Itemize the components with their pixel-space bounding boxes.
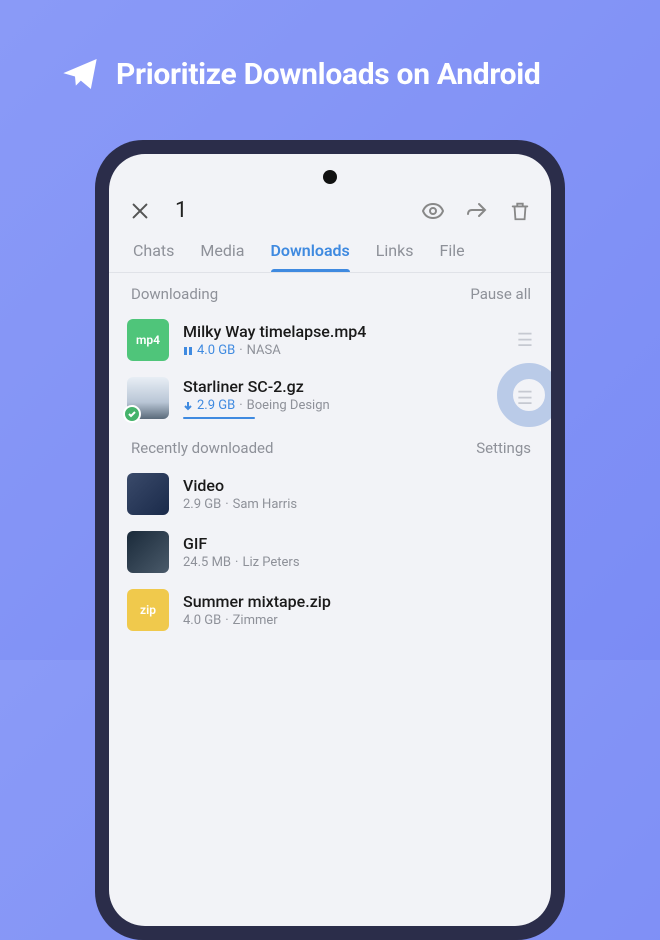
close-icon[interactable]: [129, 200, 151, 222]
file-subtitle: 24.5 MB · Liz Peters: [183, 555, 531, 570]
phone-frame: 1 Chats Media Downloads Links File Downl…: [95, 140, 565, 940]
file-thumb-image: [127, 377, 169, 419]
check-icon: [123, 405, 141, 423]
recent-row[interactable]: Video 2.9 GB · Sam Harris: [109, 465, 551, 523]
file-title: Starliner SC-2.gz: [183, 377, 503, 396]
section-title: Recently downloaded: [131, 439, 273, 457]
hero-title: Prioritize Downloads on Android: [116, 57, 540, 92]
section-title: Downloading: [131, 285, 218, 303]
file-title: Summer mixtape.zip: [183, 592, 531, 611]
file-title: GIF: [183, 534, 531, 553]
progress-bar: [183, 417, 255, 419]
file-subtitle: 4.0 GB · Zimmer: [183, 613, 531, 628]
file-thumb-mp4: mp4: [127, 319, 169, 361]
tab-media[interactable]: Media: [200, 241, 244, 272]
pause-icon: [183, 346, 193, 356]
file-thumb-image: [127, 473, 169, 515]
tab-downloads[interactable]: Downloads: [271, 241, 350, 272]
pause-all-button[interactable]: Pause all: [470, 285, 531, 303]
file-subtitle: 4.0 GB · NASA: [183, 343, 503, 358]
download-arrow-icon: [183, 401, 193, 411]
hero-banner: Prioritize Downloads on Android: [0, 0, 660, 124]
camera-notch: [323, 170, 337, 184]
download-row[interactable]: mp4 Milky Way timelapse.mp4 4.0 GB · NAS…: [109, 311, 551, 369]
drag-handle-icon[interactable]: ☰: [517, 330, 531, 351]
app-bar: 1: [109, 154, 551, 233]
section-header-recent: Recently downloaded Settings: [109, 427, 551, 465]
file-subtitle: 2.9 GB · Sam Harris: [183, 497, 531, 512]
selection-count: 1: [175, 198, 187, 223]
recent-row[interactable]: GIF 24.5 MB · Liz Peters: [109, 523, 551, 581]
recent-row[interactable]: zip Summer mixtape.zip 4.0 GB · Zimmer: [109, 581, 551, 639]
file-subtitle: 2.9 GB · Boeing Design: [183, 398, 503, 413]
section-header-downloading: Downloading Pause all: [109, 273, 551, 311]
tab-bar: Chats Media Downloads Links File: [109, 233, 551, 273]
trash-icon[interactable]: [509, 200, 531, 222]
file-title: Video: [183, 476, 531, 495]
eye-icon[interactable]: [421, 199, 445, 223]
drag-handle-icon[interactable]: ☰: [517, 388, 531, 409]
settings-button[interactable]: Settings: [476, 439, 531, 457]
phone-screen: 1 Chats Media Downloads Links File Downl…: [109, 154, 551, 926]
file-title: Milky Way timelapse.mp4: [183, 322, 503, 341]
forward-icon[interactable]: [465, 199, 489, 223]
tab-chats[interactable]: Chats: [133, 241, 174, 272]
file-thumb-image: [127, 531, 169, 573]
tab-files[interactable]: File: [439, 241, 464, 272]
file-thumb-zip: zip: [127, 589, 169, 631]
tab-links[interactable]: Links: [376, 241, 414, 272]
telegram-icon: [60, 54, 100, 94]
download-row[interactable]: Starliner SC-2.gz 2.9 GB · Boeing Design…: [109, 369, 551, 427]
